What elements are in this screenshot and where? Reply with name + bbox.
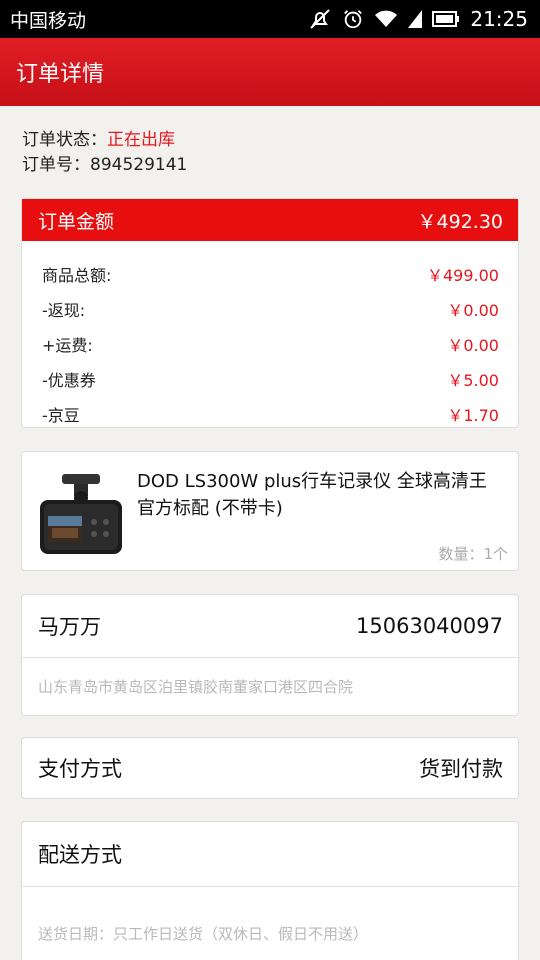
alarm-icon xyxy=(342,8,364,30)
amount-row-label: -优惠券 xyxy=(42,370,96,390)
recipient-phone: 15063040097 xyxy=(356,614,503,638)
recipient-row: 马万万 15063040097 xyxy=(22,595,518,658)
clock: 21:25 xyxy=(470,7,528,31)
payment-value: 货到付款 xyxy=(419,757,503,781)
order-status-line: 订单状态：正在出库 xyxy=(22,128,187,153)
shipping-label: 配送方式 xyxy=(22,822,518,887)
amount-row-value: ￥5.00 xyxy=(447,370,499,390)
product-quantity: 数量：1个 xyxy=(438,545,508,563)
recipient-address: 山东青岛市黄岛区泊里镇胶南董家口港区四合院 xyxy=(38,678,354,696)
amount-row-goods: 商品总额: ￥499.00 xyxy=(42,256,499,291)
status-icons: 21:25 xyxy=(308,7,528,31)
wifi-icon xyxy=(374,9,398,29)
shipping-card: 配送方式 送货日期：只工作日送货（双休日、假日不用送） xyxy=(21,821,519,960)
payment-label: 支付方式 xyxy=(38,757,122,781)
amount-row-coupon: -优惠券 ￥5.00 xyxy=(42,361,499,396)
delivery-date-note: 送货日期：只工作日送货（双休日、假日不用送） xyxy=(38,925,369,943)
amount-row-shipping-fee: +运费: ￥0.00 xyxy=(42,326,499,361)
payment-card: 支付方式 货到付款 xyxy=(21,737,519,799)
order-number-line: 订单号：894529141 xyxy=(22,153,187,178)
amount-total: ￥492.30 xyxy=(417,210,503,233)
order-status-label: 订单状态： xyxy=(22,130,107,150)
notifications-off-icon xyxy=(308,7,332,31)
product-item[interactable]: DOD LS300W plus行车记录仪 全球高清王 官方标配 (不带卡) 数量… xyxy=(21,451,519,571)
amount-row-value: ￥0.00 xyxy=(447,335,499,355)
status-bar: 中国移动 21:25 xyxy=(0,0,540,38)
address-card: 马万万 15063040097 山东青岛市黄岛区泊里镇胶南董家口港区四合院 xyxy=(21,594,519,716)
order-status-value: 正在出库 xyxy=(107,130,175,150)
amount-row-label: +运费: xyxy=(42,335,93,355)
amount-row-jingdou: -京豆 ￥1.70 xyxy=(42,396,499,431)
amount-row-label: 商品总额: xyxy=(42,265,112,285)
amount-row-value: ￥1.70 xyxy=(447,405,499,425)
app-header: 订单详情 xyxy=(0,38,540,106)
recipient-name: 马万万 xyxy=(38,615,101,639)
page-title: 订单详情 xyxy=(16,62,105,87)
carrier-name: 中国移动 xyxy=(10,9,87,32)
amount-row-value: ￥499.00 xyxy=(427,265,499,285)
amount-row-label: -返现: xyxy=(42,300,86,320)
amount-row-cashback: -返现: ￥0.00 xyxy=(42,291,499,326)
amount-card: 订单金额 ￥492.30 商品总额: ￥499.00 -返现: ￥0.00 +运… xyxy=(21,198,519,428)
amount-row-value: ￥0.00 xyxy=(447,300,499,320)
order-number-value: 894529141 xyxy=(90,155,188,175)
order-info: 订单状态：正在出库 订单号：894529141 xyxy=(22,128,187,178)
amount-title: 订单金额 xyxy=(38,210,115,233)
dashcam-product-image xyxy=(36,470,126,558)
amount-row-label: -京豆 xyxy=(42,405,80,425)
order-number-label: 订单号： xyxy=(22,155,90,175)
signal-icon xyxy=(408,10,423,28)
amount-header: 订单金额 ￥492.30 xyxy=(22,199,518,241)
amount-breakdown: 商品总额: ￥499.00 -返现: ￥0.00 +运费: ￥0.00 -优惠券… xyxy=(22,241,518,431)
battery-icon xyxy=(432,10,460,28)
product-title: DOD LS300W plus行车记录仪 全球高清王 官方标配 (不带卡) xyxy=(137,471,487,519)
